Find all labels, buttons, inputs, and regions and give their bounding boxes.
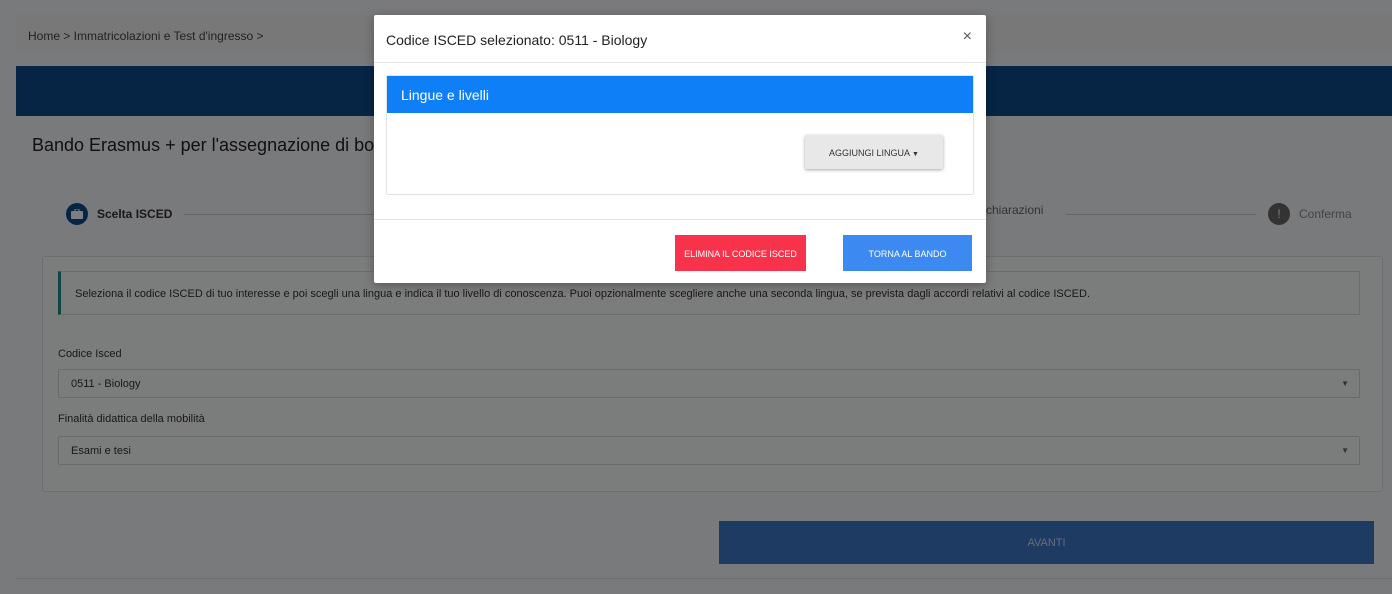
delete-isced-button[interactable]: ELIMINA IL CODICE ISCED	[675, 235, 806, 271]
add-language-button[interactable]: AGGIUNGI LINGUA ▼	[805, 135, 943, 169]
modal-header: Codice ISCED selezionato: 0511 - Biology…	[374, 15, 986, 63]
caret-down-icon: ▼	[912, 151, 919, 158]
back-to-bando-button[interactable]: TORNA AL BANDO	[843, 235, 972, 271]
modal-footer: ELIMINA IL CODICE ISCED TORNA AL BANDO	[374, 219, 986, 283]
languages-panel-title: Lingue e livelli	[387, 76, 973, 113]
close-icon[interactable]: ×	[963, 29, 972, 45]
modal-title: Codice ISCED selezionato: 0511 - Biology	[386, 32, 648, 48]
add-language-label: AGGIUNGI LINGUA	[829, 148, 910, 158]
languages-panel: Lingue e livelli AGGIUNGI LINGUA ▼	[386, 75, 974, 195]
isced-modal: Codice ISCED selezionato: 0511 - Biology…	[374, 15, 986, 283]
